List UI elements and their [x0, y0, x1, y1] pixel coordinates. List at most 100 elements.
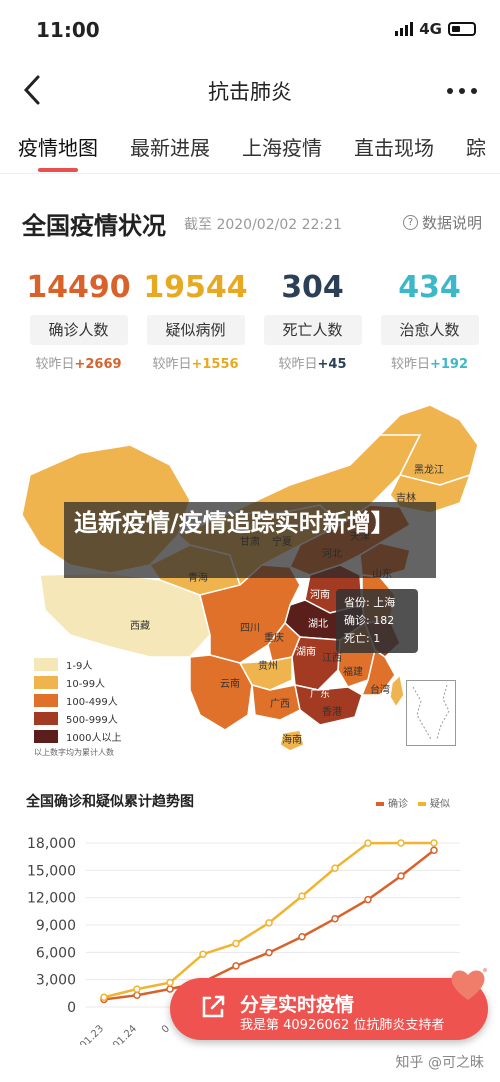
stat-suspected: 19544 疑似病例 较昨日+1556	[137, 270, 254, 372]
overlay-banner: 追新疫情/疫情追踪实时新增】	[64, 502, 436, 578]
overview-title: 全国疫情状况	[22, 212, 166, 240]
tooltip-province-label: 省份:	[344, 596, 370, 609]
data-point	[232, 939, 240, 948]
map-label-xianggang: 香港	[322, 706, 342, 718]
legend-swatch-suspected	[418, 802, 426, 806]
legend-suspected-label: 疑似	[430, 799, 450, 810]
tooltip-death: 死亡: 1	[344, 630, 410, 648]
legend-item: 1-9人	[34, 655, 121, 673]
trend-legend-suspected: 疑似	[418, 795, 450, 810]
tab-live-scene[interactable]: 直击现场	[354, 124, 434, 173]
map-label-sichuan: 四川	[240, 623, 260, 634]
south-china-sea-inset	[406, 680, 456, 746]
stat-recovered: 434 治愈人数 较昨日+192	[371, 270, 488, 372]
overlay-text: 追新疫情/疫情追踪实时新增】	[74, 509, 395, 537]
legend-swatch	[34, 693, 58, 707]
map-label-henan: 河南	[310, 588, 330, 601]
tooltip-confirmed: 确诊: 182	[344, 612, 410, 630]
x-tick-label: 01.24	[111, 1023, 139, 1045]
data-point	[331, 914, 339, 923]
map-legend: 1-9人 10-99人 100-499人 500-999人 1000人以上 以上…	[34, 655, 121, 758]
legend-item: 500-999人	[34, 709, 121, 727]
legend-swatch	[34, 675, 58, 689]
data-help-link[interactable]: ? 数据说明	[402, 212, 482, 233]
x-tick-label: 0	[160, 1023, 172, 1035]
signal-icon	[395, 22, 414, 36]
data-point	[265, 948, 273, 957]
legend-label: 100-499人	[66, 696, 118, 708]
data-point	[331, 864, 339, 872]
delta-prefix: 较昨日	[390, 357, 430, 372]
y-tick-label: 6,000	[36, 945, 76, 961]
stat-value: 19544	[143, 270, 248, 305]
status-bar: 11:00 4G	[0, 0, 500, 60]
delta-value: +45	[317, 357, 347, 372]
stat-label: 治愈人数	[380, 315, 479, 345]
data-point	[298, 892, 306, 900]
share-icon	[202, 995, 225, 1018]
status-icons: 4G	[395, 20, 476, 38]
x-tick-label: 01.23	[78, 1023, 106, 1045]
watermark: 知乎 @可之昧	[395, 1055, 484, 1071]
data-point	[430, 846, 438, 854]
y-tick-label: 0	[67, 1000, 76, 1016]
delta-value: +1556	[191, 357, 239, 372]
map-label-hainan: 海南	[282, 733, 302, 746]
y-tick-label: 15,000	[27, 863, 76, 879]
data-point	[364, 839, 372, 847]
legend-note: 以上数字均为累计人数	[34, 748, 114, 757]
tooltip-death-label: 死亡:	[344, 632, 370, 645]
legend-item: 10-99人	[34, 673, 121, 691]
map-label-guangdong: 广东	[310, 687, 330, 700]
stat-delta: 较昨日+192	[371, 353, 488, 372]
map-label-chongqing: 重庆	[264, 631, 284, 644]
legend-label: 1-9人	[66, 660, 93, 672]
map-label-xizang: 西藏	[130, 620, 150, 632]
data-point	[166, 978, 174, 987]
share-button[interactable]: 分享实时疫情 我是第 40926062 位抗肺炎支持者	[170, 978, 488, 1040]
data-point	[199, 950, 207, 958]
legend-item: 1000人以上	[34, 727, 121, 745]
map-label-hubei: 湖北	[308, 618, 328, 630]
map-label-jiangxi: 江西	[322, 652, 342, 664]
stat-delta: 较昨日+2669	[20, 353, 137, 372]
data-point	[166, 985, 174, 993]
legend-swatch	[34, 711, 58, 725]
legend-swatch	[34, 657, 58, 671]
delta-value: +2669	[74, 357, 122, 372]
data-point	[397, 839, 405, 847]
data-point	[100, 993, 108, 1001]
legend-label: 500-999人	[66, 714, 118, 726]
delta-prefix: 较昨日	[35, 357, 75, 372]
tab-shanghai-epidemic[interactable]: 上海疫情	[242, 124, 322, 173]
tab-bar: 疫情地图 最新进展 上海疫情 直击现场 踪	[0, 124, 500, 174]
map-label-fujian: 福建	[343, 665, 363, 678]
more-button[interactable]	[446, 72, 478, 102]
data-point	[232, 962, 240, 970]
stat-label: 确诊人数	[29, 315, 128, 345]
overview-header: 全国疫情状况 截至 2020/02/02 22:21 ? 数据说明	[22, 206, 482, 240]
heart-icon[interactable]	[448, 966, 488, 1002]
y-tick-label: 12,000	[27, 891, 76, 907]
tab-latest-progress[interactable]: 最新进展	[130, 124, 210, 173]
share-subtitle: 我是第 40926062 位抗肺炎支持者	[240, 1018, 445, 1033]
stat-delta: 较昨日+1556	[137, 353, 254, 372]
stat-confirmed: 14490 确诊人数 较昨日+2669	[20, 270, 137, 372]
tab-epidemic-map[interactable]: 疫情地图	[18, 124, 98, 173]
stat-label: 死亡人数	[263, 315, 362, 345]
tab-tracking[interactable]: 踪	[466, 124, 486, 173]
y-tick-label: 18,000	[27, 836, 76, 852]
delta-prefix: 较昨日	[278, 357, 318, 372]
tooltip-province-value: 上海	[373, 596, 396, 609]
delta-value: +192	[429, 357, 469, 372]
data-point	[265, 919, 273, 927]
overview-cutoff: 截至 2020/02/02 22:21	[184, 217, 342, 233]
stat-deaths: 304 死亡人数 较昨日+45	[254, 270, 371, 372]
battery-icon	[448, 22, 476, 36]
data-help-label: 数据说明	[421, 214, 482, 232]
inset-svg	[412, 684, 450, 740]
y-tick-label: 9,000	[36, 918, 76, 934]
delta-prefix: 较昨日	[152, 357, 192, 372]
legend-swatch	[34, 729, 58, 743]
map-label-hunan: 湖南	[296, 645, 316, 658]
